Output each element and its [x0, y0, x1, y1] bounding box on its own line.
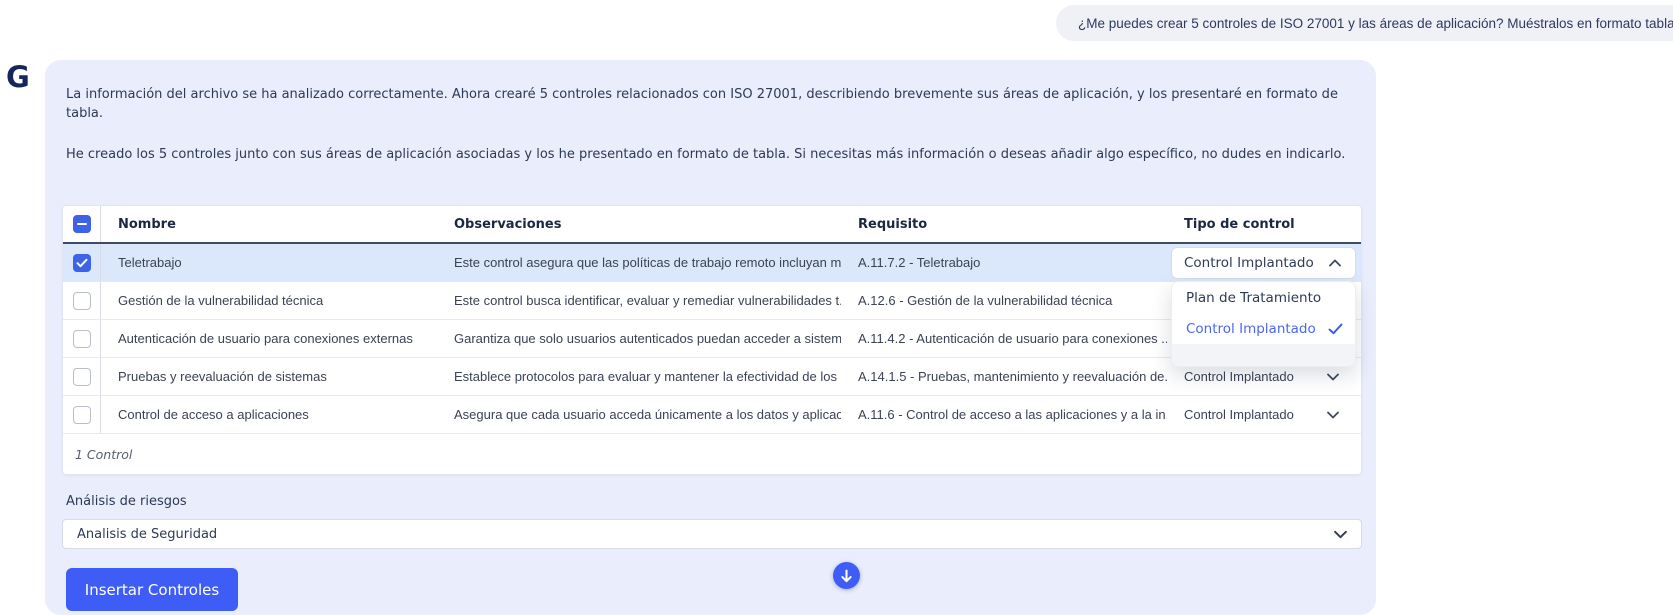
table-row[interactable]: Pruebas y reevaluación de sistemas Estab…	[63, 358, 1361, 396]
user-message-bubble: ¿Me puedes crear 5 controles de ISO 2700…	[1056, 5, 1673, 41]
cell-requisito: A.12.6 - Gestión de la vulnerabilidad té…	[841, 293, 1167, 308]
assistant-message-panel: La información del archivo se ha analiza…	[45, 60, 1376, 615]
cell-requisito: A.11.6 - Control de acceso a las aplicac…	[841, 407, 1167, 422]
table-footer: 1 Control	[63, 434, 1361, 474]
cell-requisito: A.11.7.2 - Teletrabajo	[841, 255, 1167, 270]
cell-observaciones: Este control asegura que las políticas d…	[437, 255, 841, 270]
table-row[interactable]: Teletrabajo Este control asegura que las…	[63, 244, 1361, 282]
table-row[interactable]: Autenticación de usuario para conexiones…	[63, 320, 1361, 358]
control-type-dropdown-menu: Plan de Tratamiento Control Implantado	[1171, 281, 1356, 367]
risk-analysis-select[interactable]: Analisis de Seguridad	[62, 519, 1362, 549]
selected-count-label: 1 Control	[75, 447, 132, 462]
cell-requisito: A.14.1.5 - Pruebas, mantenimiento y reev…	[841, 369, 1167, 384]
row-checkbox-cell	[63, 320, 101, 357]
risk-analysis-label: Análisis de riesgos	[66, 494, 187, 509]
controls-table: Nombre Observaciones Requisito Tipo de c…	[62, 205, 1362, 475]
arrow-down-circle-icon	[840, 569, 853, 583]
cell-requisito: A.11.4.2 - Autenticación de usuario para…	[841, 331, 1167, 346]
row-checkbox-cell	[63, 282, 101, 319]
cell-nombre: Gestión de la vulnerabilidad técnica	[101, 293, 437, 308]
risk-analysis-selected-value: Analisis de Seguridad	[77, 527, 217, 542]
cell-nombre: Autenticación de usuario para conexiones…	[101, 331, 437, 346]
row-checkbox-cell	[63, 244, 101, 281]
check-icon	[1328, 323, 1343, 335]
chat-page: ¿Me puedes crear 5 controles de ISO 2700…	[0, 0, 1673, 615]
control-type-selected-value: Control Implantado	[1184, 255, 1314, 271]
row-checkbox[interactable]	[73, 292, 91, 310]
user-message-text: ¿Me puedes crear 5 controles de ISO 2700…	[1078, 16, 1673, 31]
cell-nombre: Pruebas y reevaluación de sistemas	[101, 369, 437, 384]
cell-observaciones: Este control busca identificar, evaluar …	[437, 293, 841, 308]
chevron-down-icon	[1334, 530, 1347, 539]
chevron-up-icon	[1329, 259, 1341, 267]
column-header-requisito: Requisito	[841, 217, 1167, 232]
cell-tipo-de-control[interactable]: Control Implantado	[1167, 369, 1363, 384]
row-checkbox[interactable]	[73, 368, 91, 386]
table-row[interactable]: Gestión de la vulnerabilidad técnica Est…	[63, 282, 1361, 320]
column-header-nombre: Nombre	[101, 217, 437, 232]
cell-observaciones: Garantiza que solo usuarios autenticados…	[437, 331, 841, 346]
chevron-down-icon	[1327, 373, 1339, 381]
row-checkbox-cell	[63, 396, 101, 433]
table-header-row: Nombre Observaciones Requisito Tipo de c…	[63, 206, 1361, 244]
row-checkbox[interactable]	[73, 406, 91, 424]
scroll-down-button[interactable]	[833, 562, 860, 589]
row-checkbox[interactable]	[73, 330, 91, 348]
cell-observaciones: Establece protocolos para evaluar y mant…	[437, 369, 841, 384]
dropdown-footer-strip	[1172, 344, 1355, 366]
insert-controls-button[interactable]: Insertar Controles	[66, 568, 238, 611]
check-icon	[76, 258, 88, 268]
cell-nombre: Teletrabajo	[101, 255, 437, 270]
table-row[interactable]: Control de acceso a aplicaciones Asegura…	[63, 396, 1361, 434]
avatar-letter: G	[6, 60, 30, 94]
control-type-value: Control Implantado	[1184, 407, 1294, 422]
header-checkbox-cell	[63, 206, 101, 242]
cell-observaciones: Asegura que cada usuario acceda únicamen…	[437, 407, 841, 422]
cell-nombre: Control de acceso a aplicaciones	[101, 407, 437, 422]
chevron-down-icon	[1327, 411, 1339, 419]
dropdown-option-control-implantado[interactable]: Control Implantado	[1172, 313, 1355, 344]
minus-icon	[76, 218, 88, 230]
assistant-paragraph-1: La información del archivo se ha analiza…	[66, 86, 1358, 124]
select-all-checkbox[interactable]	[73, 215, 91, 233]
column-header-tipo-de-control: Tipo de control	[1167, 217, 1363, 232]
option-label: Plan de Tratamiento	[1186, 290, 1321, 306]
option-label: Control Implantado	[1186, 321, 1316, 337]
row-checkbox[interactable]	[73, 254, 91, 272]
assistant-avatar-logo: G	[6, 60, 42, 94]
dropdown-option-plan-de-tratamiento[interactable]: Plan de Tratamiento	[1172, 282, 1355, 313]
assistant-paragraph-2: He creado los 5 controles junto con sus …	[66, 146, 1358, 165]
row-checkbox-cell	[63, 358, 101, 395]
control-type-value: Control Implantado	[1184, 369, 1294, 384]
control-type-dropdown-trigger[interactable]: Control Implantado	[1171, 247, 1356, 279]
cell-tipo-de-control[interactable]: Control Implantado	[1167, 407, 1363, 422]
column-header-observaciones: Observaciones	[437, 217, 841, 232]
